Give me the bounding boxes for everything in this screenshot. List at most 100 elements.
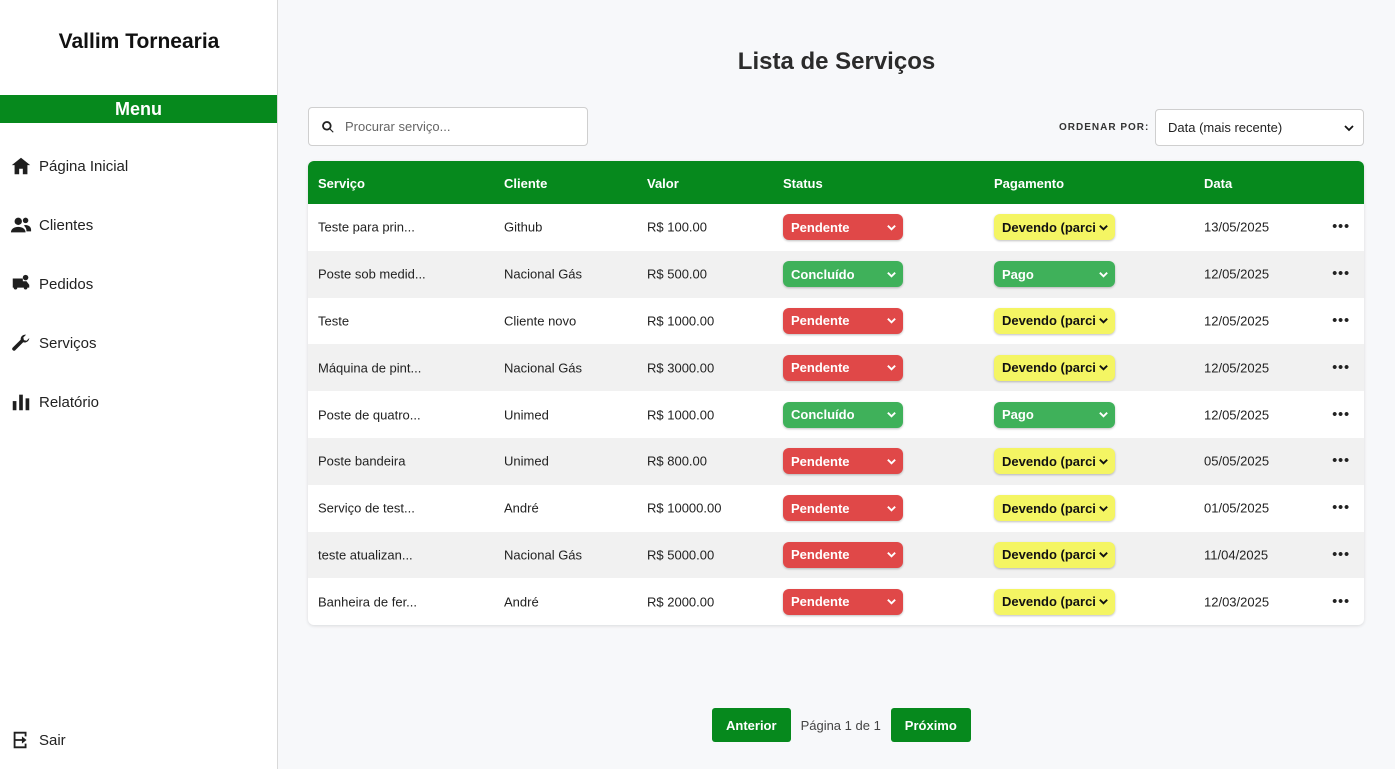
cell-value: R$ 1000.00: [647, 407, 715, 423]
status-select[interactable]: Pendente: [783, 214, 903, 241]
home-icon: [11, 157, 31, 175]
chevron-down-icon: [887, 412, 896, 418]
chevron-down-icon: [1099, 318, 1108, 325]
payment-select[interactable]: Devendo (parci: [994, 588, 1115, 615]
more-options-icon[interactable]: •••: [1332, 452, 1350, 468]
more-options-icon[interactable]: •••: [1332, 311, 1350, 327]
more-options-icon[interactable]: •••: [1332, 358, 1350, 374]
cell-service: teste atualizan...: [318, 547, 413, 563]
payment-value: Devendo (parci: [1002, 500, 1096, 516]
status-select[interactable]: Pendente: [783, 541, 903, 568]
more-options-icon[interactable]: •••: [1332, 499, 1350, 515]
cell-date: 11/04/2025: [1204, 547, 1269, 563]
more-options-icon[interactable]: •••: [1332, 218, 1350, 234]
header-date[interactable]: Data: [1204, 176, 1232, 191]
main-content: Lista de Serviços ORDENAR POR: Data (mai…: [278, 0, 1395, 769]
payment-select[interactable]: Devendo (parci: [994, 354, 1115, 381]
more-options-icon[interactable]: •••: [1332, 592, 1350, 608]
cell-value: R$ 3000.00: [647, 360, 715, 376]
page-title: Lista de Serviços: [737, 48, 936, 75]
payment-select[interactable]: Pago: [994, 401, 1115, 428]
sidebar-item-services[interactable]: Serviços: [10, 329, 97, 357]
search-input[interactable]: [345, 119, 575, 134]
status-select[interactable]: Pendente: [783, 495, 903, 522]
more-options-icon[interactable]: •••: [1332, 405, 1350, 421]
cell-client: Github: [504, 219, 543, 235]
cell-date: 13/05/2025: [1204, 219, 1270, 235]
sidebar-item-home[interactable]: Página Inicial: [10, 152, 128, 180]
chevron-down-icon: [1099, 599, 1108, 605]
cell-client: Unimed: [504, 453, 549, 469]
sidebar-item-label: Relatório: [39, 393, 100, 411]
header-status[interactable]: Status: [783, 176, 823, 191]
table-body: Teste para prin... Github R$ 100.00 Pendent…: [308, 204, 1364, 625]
sidebar-item-report[interactable]: Relatório: [10, 388, 99, 416]
status-select[interactable]: Concluído: [783, 261, 903, 288]
sort-label: ORDENAR POR:: [1059, 122, 1150, 133]
more-options-icon[interactable]: •••: [1332, 265, 1350, 281]
cell-client: Nacional Gás: [504, 360, 583, 376]
cell-service: Banheira de fer...: [318, 594, 418, 610]
payment-value: Devendo (parci: [1002, 453, 1096, 469]
search-box[interactable]: [308, 107, 588, 146]
chevron-down-icon: [1099, 365, 1108, 371]
chevron-down-icon: [887, 271, 896, 278]
payment-select[interactable]: Devendo (parci: [994, 541, 1115, 568]
sidebar-item-orders[interactable]: Pedidos: [10, 270, 93, 298]
cell-date: 12/05/2025: [1204, 313, 1270, 329]
orders-icon: [12, 274, 30, 290]
status-select[interactable]: Pendente: [783, 448, 903, 475]
chevron-down-icon: [887, 599, 896, 605]
header-client[interactable]: Cliente: [504, 176, 547, 191]
logout-button[interactable]: Sair: [10, 726, 66, 754]
chevron-down-icon: [887, 458, 896, 465]
header-service[interactable]: Serviço: [318, 176, 365, 191]
table-row: Teste Cliente novo R$ 1000.00 Pendente Deven…: [308, 298, 1364, 345]
status-select[interactable]: Pendente: [783, 307, 903, 334]
cell-value: R$ 10000.00: [647, 500, 722, 516]
chevron-down-icon: [887, 224, 896, 231]
table-header: Serviço Cliente Valor Status Pagamento D…: [308, 161, 1364, 204]
table-row: Poste bandeira Unimed R$ 800.00 Pendente Dev…: [308, 437, 1364, 485]
sidebar-item-label: Pedidos: [39, 275, 94, 293]
sort-selected-value: Data (mais recente): [1168, 120, 1283, 135]
status-select[interactable]: Pendente: [783, 354, 903, 381]
prev-page-button[interactable]: Anterior: [712, 708, 791, 742]
search-icon: [322, 120, 334, 133]
payment-value: Devendo (parci: [1002, 594, 1096, 610]
cell-value: R$ 1000.00: [647, 313, 715, 329]
pagination: Anterior Página 1 de 1 Próximo: [712, 708, 971, 742]
logout-label: Sair: [39, 731, 66, 749]
cell-service: Serviço de test...: [318, 500, 415, 516]
payment-select[interactable]: Devendo (parci: [994, 214, 1115, 241]
chevron-down-icon: [1099, 271, 1108, 278]
status-value: Pendente: [791, 313, 850, 329]
status-select[interactable]: Concluído: [783, 401, 903, 428]
cell-service: Poste de quatro...: [318, 407, 421, 423]
status-value: Pendente: [791, 453, 850, 469]
cell-value: R$ 5000.00: [647, 547, 715, 563]
payment-select[interactable]: Devendo (parci: [994, 495, 1115, 522]
payment-value: Devendo (parci: [1002, 313, 1096, 329]
table-row: Poste sob medid... Nacional Gás R$ 500.00 C…: [308, 250, 1364, 298]
payment-select[interactable]: Devendo (parci: [994, 307, 1115, 334]
payment-select[interactable]: Devendo (parci: [994, 448, 1115, 475]
cell-value: R$ 2000.00: [647, 594, 715, 610]
status-value: Concluído: [791, 407, 855, 423]
payment-select[interactable]: Pago: [994, 261, 1115, 288]
header-payment[interactable]: Pagamento: [994, 176, 1064, 191]
cell-date: 12/05/2025: [1204, 407, 1270, 423]
table-row: Serviço de test... André R$ 10000.00 Penden…: [308, 485, 1364, 532]
chevron-down-icon: [1099, 552, 1108, 559]
table-row: Teste para prin... Github R$ 100.00 Pendent…: [308, 204, 1364, 251]
chevron-down-icon: [887, 552, 896, 559]
more-options-icon[interactable]: •••: [1332, 545, 1350, 561]
status-select[interactable]: Pendente: [783, 588, 903, 615]
cell-value: R$ 800.00: [647, 453, 707, 469]
header-value[interactable]: Valor: [647, 176, 679, 191]
payment-value: Devendo (parci: [1002, 219, 1096, 235]
next-page-button[interactable]: Próximo: [890, 708, 971, 742]
sort-select[interactable]: Data (mais recente): [1155, 109, 1364, 146]
chevron-down-icon: [1344, 124, 1354, 131]
sidebar-item-clients[interactable]: Clientes: [10, 211, 93, 239]
